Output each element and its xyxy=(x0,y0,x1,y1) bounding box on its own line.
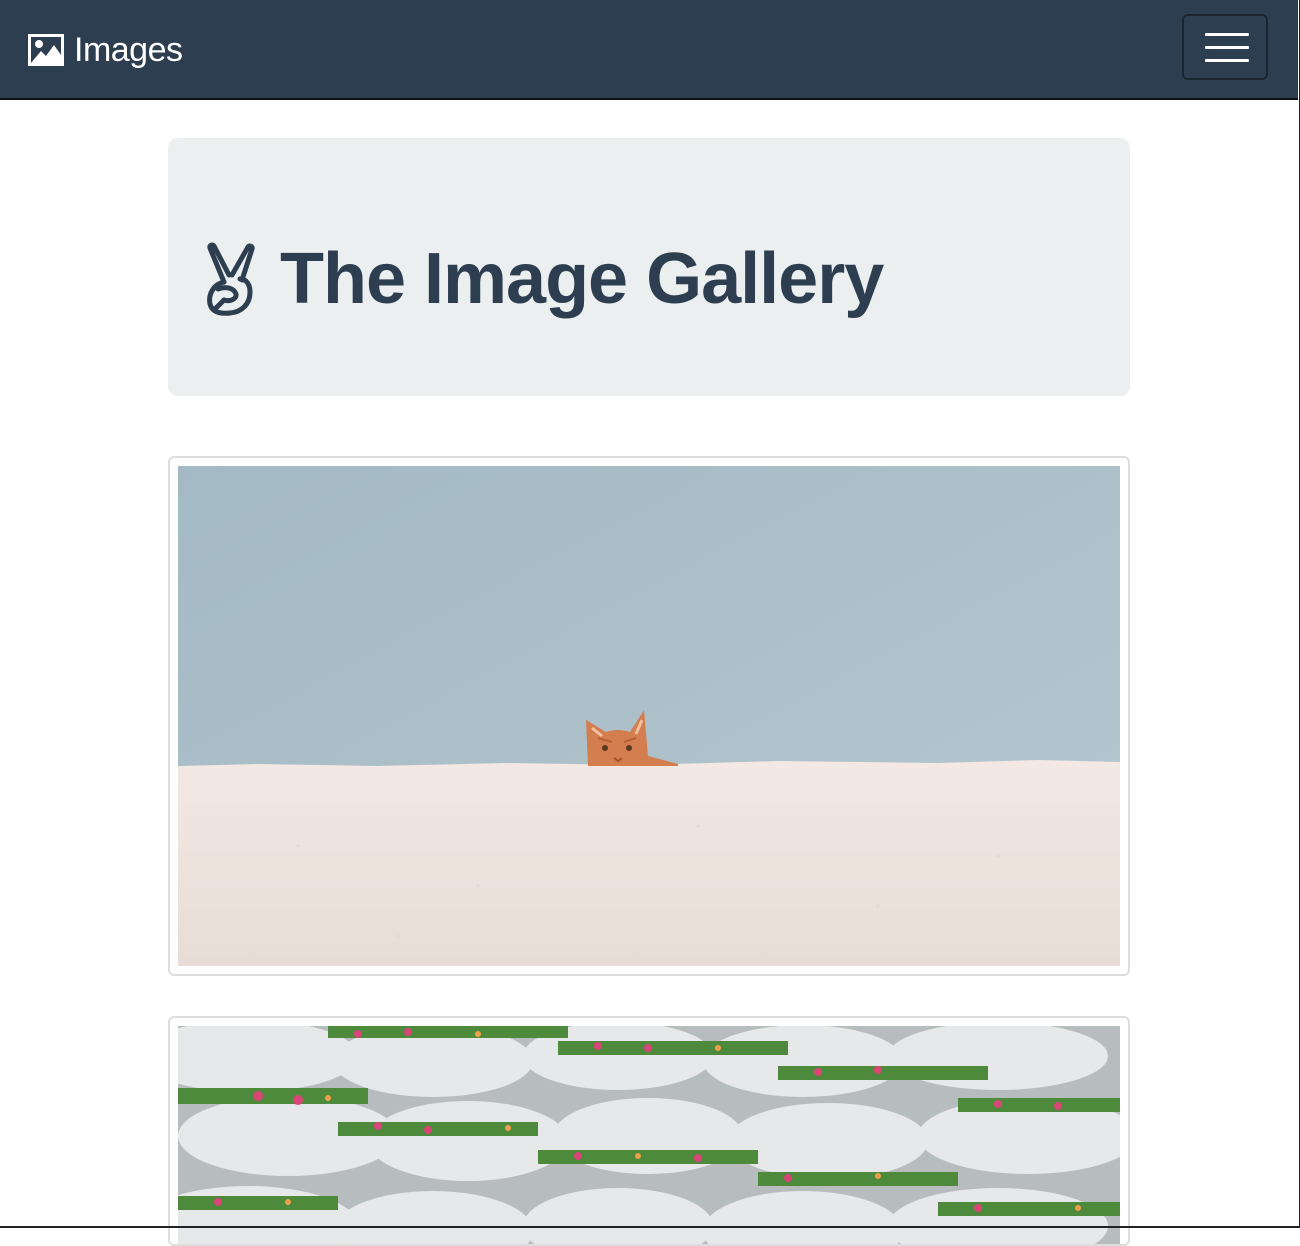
navbar-toggler-button[interactable] xyxy=(1182,14,1268,80)
page-title: The Image Gallery xyxy=(202,234,884,324)
image-card[interactable] xyxy=(168,456,1130,976)
gallery-image-cat-on-wall[interactable] xyxy=(178,466,1120,966)
jumbotron: The Image Gallery xyxy=(168,138,1130,396)
brand-label: Images xyxy=(74,30,183,69)
image-icon xyxy=(28,34,64,66)
navbar-brand[interactable]: Images xyxy=(28,28,183,72)
page-title-text: The Image Gallery xyxy=(280,239,884,319)
image-card[interactable] xyxy=(168,1016,1130,1246)
gallery-image-balconies-with-flowers[interactable] xyxy=(178,1026,1120,1246)
victory-hand-icon xyxy=(207,242,255,316)
navbar: Images xyxy=(0,0,1298,100)
